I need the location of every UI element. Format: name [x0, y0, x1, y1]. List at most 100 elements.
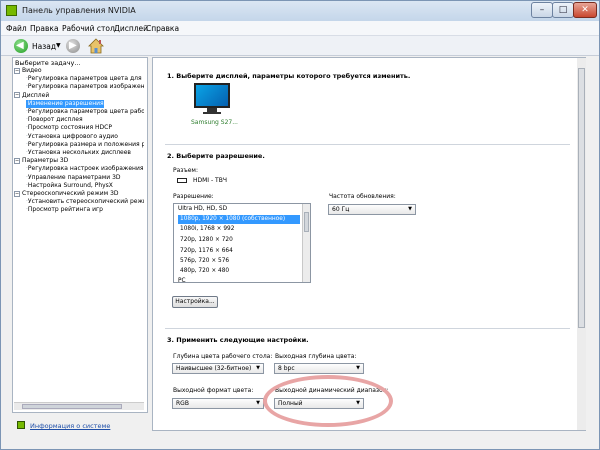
tree-category[interactable]: − Дисплей: [14, 92, 49, 100]
tree-category[interactable]: − Стереоскопический режим 3D: [14, 190, 119, 198]
nvidia-logo-icon: [6, 5, 17, 16]
desktop-color-depth-dropdown[interactable]: Наивысшее (32-битное) ▼: [172, 363, 264, 374]
output-color-depth-label: Выходная глубина цвета:: [275, 353, 357, 360]
chevron-down-icon: ▼: [356, 365, 360, 371]
tree-label: Регулировка настроек изображения с пр: [27, 165, 144, 173]
forward-button[interactable]: ▶: [66, 39, 80, 53]
task-tree[interactable]: − Видео ·Регулировка параметров цвета для …: [14, 67, 144, 405]
tree-label: Управление параметрами 3D: [27, 173, 121, 181]
connection-label: Разъем:: [173, 167, 198, 174]
resolution-group-header: Ultra HD, HD, SD: [178, 206, 228, 212]
monitor-base: [203, 112, 221, 114]
tree-category[interactable]: − Видео: [14, 67, 42, 75]
chevron-down-icon: ▼: [408, 206, 412, 212]
tree-item[interactable]: ·Изменение разрешения: [26, 99, 104, 108]
task-panel-header: Выберите задачу...: [15, 59, 81, 67]
resolution-option[interactable]: 1080i, 1768 × 992: [180, 225, 234, 234]
tree-label: Регулировка параметров цвета для вид: [27, 75, 144, 83]
divider: [165, 144, 570, 145]
tree-label: Стереоскопический режим 3D: [22, 190, 119, 197]
customize-button[interactable]: Настройка...: [172, 296, 218, 308]
tree-item[interactable]: ·Просмотр состояния HDCP: [26, 124, 112, 132]
collapse-toggle-icon[interactable]: −: [14, 92, 20, 99]
divider: [165, 328, 570, 329]
back-history-dropdown[interactable]: ▼: [56, 42, 61, 49]
tree-label: Установка цифрового аудио: [27, 132, 118, 140]
menu-edit[interactable]: Правка: [30, 24, 59, 33]
tree-item[interactable]: ·Установить стереоскопический режим 3: [26, 198, 144, 206]
menu-file[interactable]: Файл: [6, 24, 27, 33]
resolution-group-header: PC: [178, 278, 186, 283]
output-color-format-dropdown[interactable]: RGB ▼: [172, 398, 264, 409]
tree-item[interactable]: ·Установка цифрового аудио: [26, 133, 118, 141]
resolution-option[interactable]: 576p, 720 × 576: [180, 257, 229, 266]
hdmi-connector-icon: [177, 178, 187, 183]
menu-desktop[interactable]: Рабочий стол: [62, 24, 115, 33]
content-vertical-scrollbar[interactable]: [577, 58, 586, 430]
output-color-format-value: RGB: [176, 400, 189, 407]
tree-item[interactable]: ·Поворот дисплея: [26, 116, 83, 124]
home-icon: [88, 38, 104, 54]
desktop-color-depth-value: Наивысшее (32-битное): [176, 365, 252, 372]
tree-label: Дисплей: [22, 91, 50, 99]
display-name-label[interactable]: Samsung S27...: [191, 119, 238, 126]
window-title: Панель управления NVIDIA: [22, 6, 136, 15]
close-button[interactable]: ✕: [573, 2, 597, 18]
tree-item[interactable]: ·Регулировка параметров изображения д: [26, 83, 144, 91]
collapse-toggle-icon[interactable]: −: [14, 67, 20, 74]
resolution-list-scrollbar[interactable]: [302, 204, 310, 282]
tree-label: Регулировка параметров изображения д: [27, 83, 144, 91]
scrollbar-thumb[interactable]: [578, 68, 585, 328]
tree-item[interactable]: ·Регулировка размера и положения рабо: [26, 141, 144, 149]
tree-label: Установить стереоскопический режим 3: [27, 198, 144, 206]
system-info-link[interactable]: Информация о системе: [30, 422, 110, 430]
resolution-option-selected[interactable]: 1080p, 1920 × 1080 (собственное): [178, 215, 300, 224]
system-info-icon: [17, 421, 25, 429]
tree-item[interactable]: ·Регулировка настроек изображения с пр: [26, 165, 144, 173]
tree-label: Видео: [22, 67, 42, 74]
chevron-down-icon: ▼: [256, 365, 260, 371]
resolution-option[interactable]: 480p, 720 × 480: [180, 267, 229, 276]
tree-item[interactable]: ·Регулировка параметров цвета рабоче: [26, 108, 144, 116]
tree-category[interactable]: − Параметры 3D: [14, 157, 68, 165]
tree-label: Изменение разрешения: [27, 99, 104, 107]
back-button[interactable]: ◀: [14, 39, 28, 53]
home-button[interactable]: [88, 38, 104, 54]
desktop-color-depth-label: Глубина цвета рабочего стола:: [173, 353, 273, 360]
tree-item[interactable]: ·Регулировка параметров цвета для вид: [26, 75, 144, 83]
output-color-depth-value: 8 bpc: [278, 365, 295, 372]
menu-help[interactable]: Справка: [146, 24, 179, 33]
tree-item[interactable]: ·Установка нескольких дисплеев: [26, 149, 131, 157]
refresh-rate-dropdown[interactable]: 60 Гц ▼: [328, 204, 416, 215]
chevron-down-icon: ▼: [256, 400, 260, 406]
highlight-annotation: [263, 375, 393, 427]
task-tree-horizontal-scrollbar[interactable]: [14, 402, 144, 410]
system-info-link-area[interactable]: Информация о системе: [14, 419, 146, 431]
minimize-button[interactable]: –: [531, 2, 553, 18]
resolution-option[interactable]: 720p, 1176 × 664: [180, 247, 233, 256]
tree-label: Просмотр состояния HDCP: [27, 124, 112, 132]
back-arrow-icon: ◀: [16, 40, 24, 51]
refresh-rate-label: Частота обновления:: [329, 193, 396, 200]
app-window: Панель управления NVIDIA – □ ✕ Файл Прав…: [0, 0, 600, 450]
resolution-option[interactable]: 720p, 1280 × 720: [180, 236, 233, 245]
resolution-list[interactable]: Ultra HD, HD, SD 1080p, 1920 × 1080 (соб…: [173, 203, 311, 283]
resolution-label: Разрешение:: [173, 193, 214, 200]
tree-item[interactable]: ·Управление параметрами 3D: [26, 174, 121, 182]
menu-bar: Файл Правка Рабочий стол Дисплей Справка: [1, 21, 599, 36]
collapse-toggle-icon[interactable]: −: [14, 190, 20, 197]
refresh-rate-value: 60 Гц: [332, 206, 350, 213]
menu-display[interactable]: Дисплей: [114, 24, 148, 33]
tree-label: Установка нескольких дисплеев: [27, 149, 131, 156]
tree-item[interactable]: ·Настройка Surround, PhysX: [26, 182, 113, 190]
output-color-format-label: Выходной формат цвета:: [173, 387, 254, 394]
back-label[interactable]: Назад: [32, 42, 56, 51]
scrollbar-thumb[interactable]: [22, 404, 122, 409]
tree-label: Поворот дисплея: [27, 116, 83, 124]
maximize-button[interactable]: □: [552, 2, 574, 18]
collapse-toggle-icon[interactable]: −: [14, 157, 20, 164]
tree-item[interactable]: ·Просмотр рейтинга игр: [26, 206, 103, 214]
display-monitor-icon[interactable]: [194, 83, 230, 117]
scrollbar-thumb[interactable]: [304, 212, 309, 232]
output-color-depth-dropdown[interactable]: 8 bpc ▼: [274, 363, 364, 374]
